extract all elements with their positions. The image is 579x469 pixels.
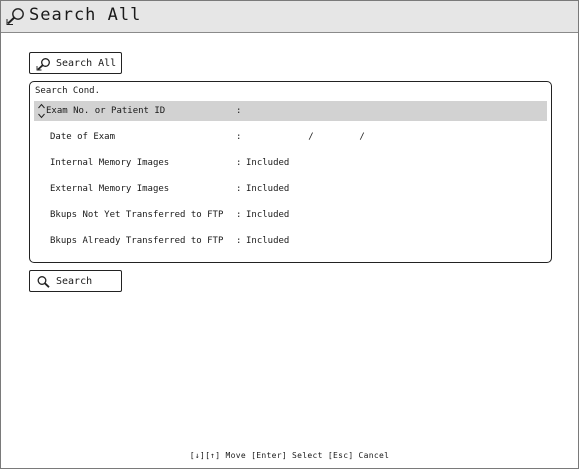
- condition-value: Included: [246, 158, 290, 168]
- condition-row-bkups-not-transferred[interactable]: Bkups Not Yet Transferred to FTP : Inclu…: [34, 205, 547, 225]
- condition-separator: :: [236, 236, 242, 246]
- condition-row-bkups-transferred[interactable]: Bkups Already Transferred to FTP : Inclu…: [34, 231, 547, 251]
- search-magnifier-icon: [6, 8, 24, 25]
- search-all-window: Search All Search All Search Cond. Exam …: [0, 0, 579, 469]
- condition-separator: :: [236, 106, 242, 116]
- search-conditions-panel: Search Cond. Exam No. or Patient ID : Da…: [29, 81, 552, 263]
- condition-row-date-of-exam[interactable]: Date of Exam : / /: [34, 127, 547, 147]
- search-all-button[interactable]: Search All: [29, 52, 122, 74]
- condition-separator: :: [236, 158, 242, 168]
- condition-row-external-memory[interactable]: External Memory Images : Included: [34, 179, 547, 199]
- condition-label: External Memory Images: [50, 184, 170, 194]
- condition-separator: :: [236, 184, 242, 194]
- condition-label: Date of Exam: [50, 132, 116, 142]
- magnifier-icon: [37, 276, 50, 288]
- search-conditions-title: Search Cond.: [35, 86, 101, 96]
- condition-label: Bkups Not Yet Transferred to FTP: [50, 210, 224, 220]
- up-down-arrows-icon: [38, 103, 45, 119]
- condition-row-internal-memory[interactable]: Internal Memory Images : Included: [34, 153, 547, 173]
- search-button-label: Search: [56, 276, 93, 287]
- condition-separator: :: [236, 132, 242, 142]
- condition-row-exam-no[interactable]: Exam No. or Patient ID :: [34, 101, 547, 121]
- condition-label: Internal Memory Images: [50, 158, 170, 168]
- search-all-button-label: Search All: [56, 58, 117, 69]
- keyboard-hint: [↓][↑] Move [Enter] Select [Esc] Cancel: [189, 451, 390, 460]
- search-magnifier-icon: [36, 58, 50, 71]
- window-title: Search All: [29, 5, 142, 25]
- condition-value: / /: [274, 132, 365, 142]
- condition-value: Included: [246, 210, 290, 220]
- condition-value: Included: [246, 236, 290, 246]
- condition-label: Bkups Already Transferred to FTP: [50, 236, 224, 246]
- condition-separator: :: [236, 210, 242, 220]
- search-button[interactable]: Search: [29, 270, 122, 292]
- title-bar: Search All: [1, 1, 578, 33]
- condition-label: Exam No. or Patient ID: [46, 106, 166, 116]
- condition-value: Included: [246, 184, 290, 194]
